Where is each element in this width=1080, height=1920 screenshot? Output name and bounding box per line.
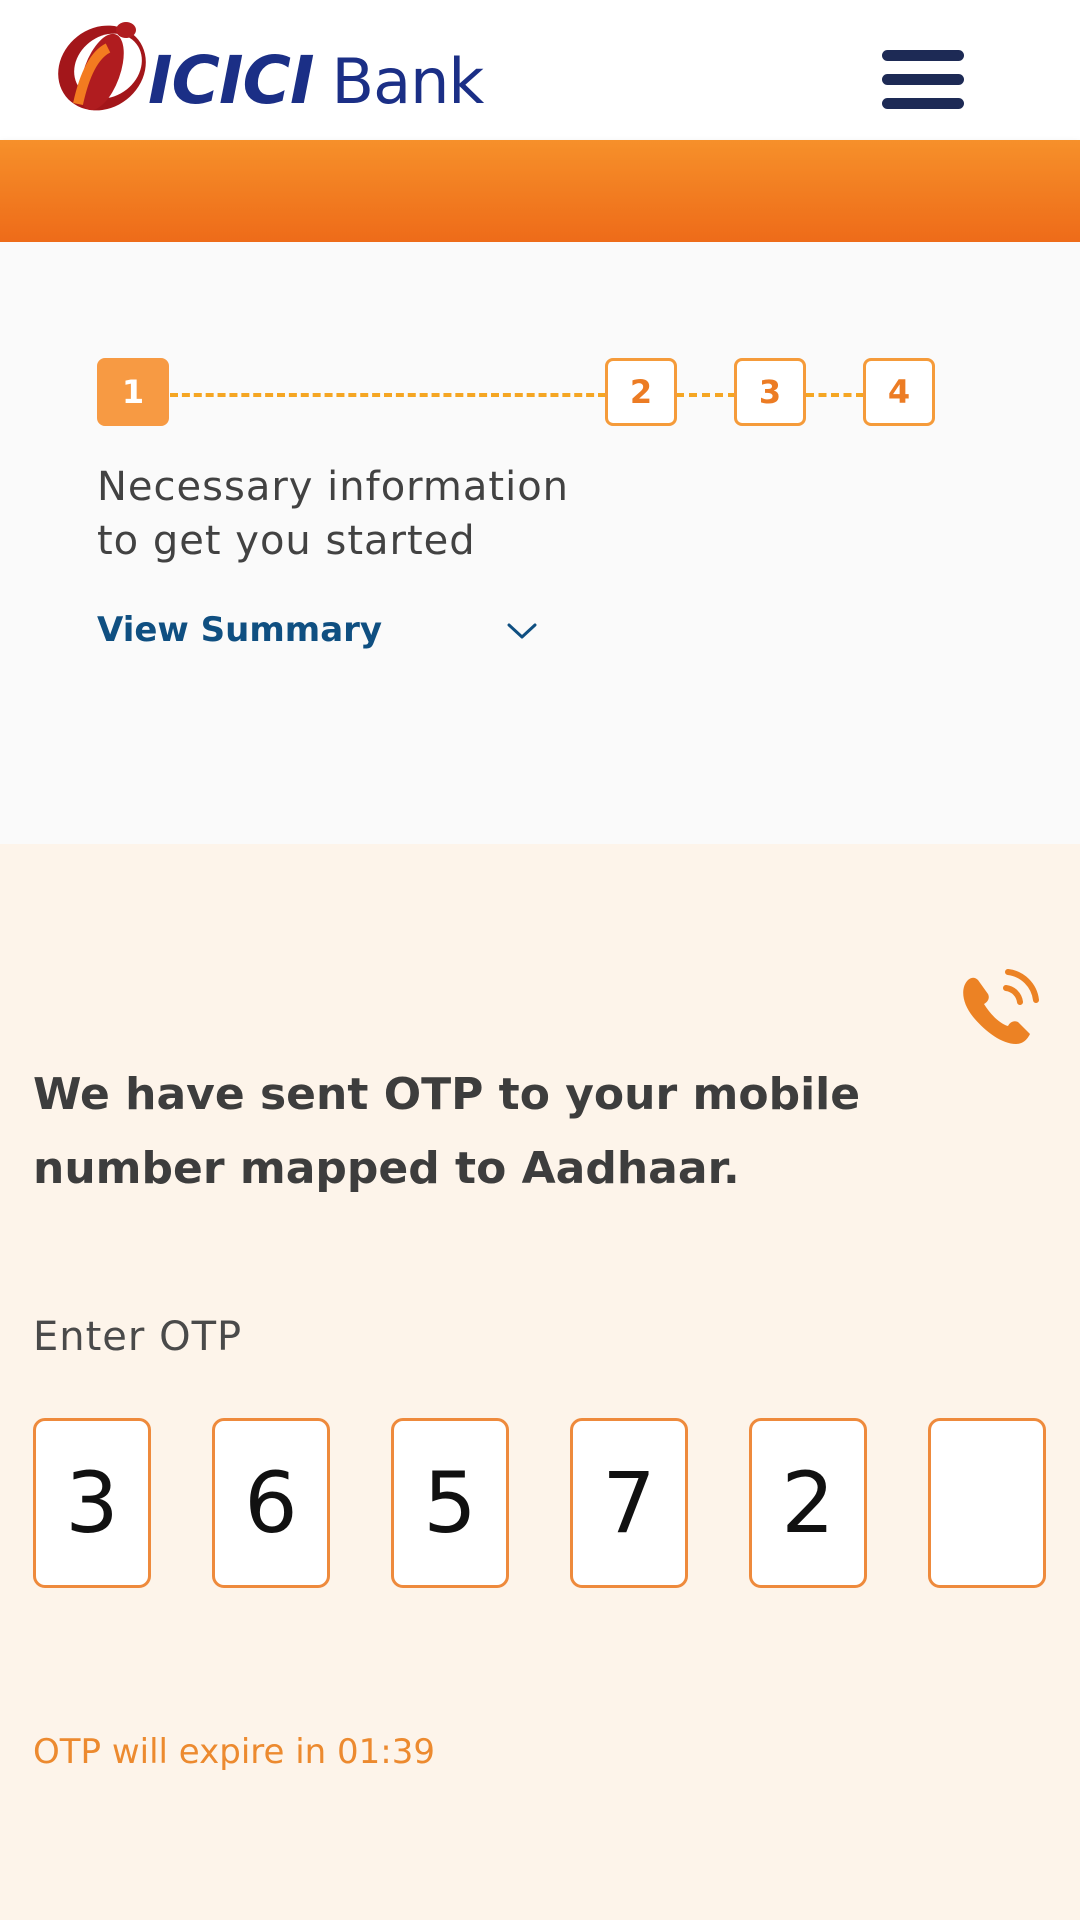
header: ICICI Bank <box>0 0 1080 140</box>
stepper: 1 2 3 4 <box>0 242 1080 442</box>
enter-otp-label: Enter OTP <box>33 1314 243 1360</box>
step-1[interactable]: 1 <box>97 358 169 426</box>
step-connector-1-2 <box>170 393 606 397</box>
view-summary-label: View Summary <box>97 610 383 650</box>
otp-digit-4[interactable]: 7 <box>570 1418 688 1588</box>
step-connector-3-4 <box>806 393 864 397</box>
otp-section: We have sent OTP to your mobile number m… <box>0 844 1080 1920</box>
step-description-line2: to get you started <box>97 518 476 564</box>
logo-icici-text: ICICI <box>148 42 315 119</box>
otp-digit-1[interactable]: 3 <box>33 1418 151 1588</box>
orange-banner <box>0 140 1080 242</box>
step-connector-2-3 <box>676 393 736 397</box>
progress-section: 1 2 3 4 Necessary information to get you… <box>0 242 1080 844</box>
otp-digit-6[interactable] <box>928 1418 1046 1588</box>
logo-wordmark: ICICI Bank <box>148 48 484 114</box>
icici-bank-logo[interactable]: ICICI Bank <box>48 8 588 120</box>
menu-bar-bottom <box>882 98 964 109</box>
otp-digit-5[interactable]: 2 <box>749 1418 867 1588</box>
otp-digit-3[interactable]: 5 <box>391 1418 509 1588</box>
step-2[interactable]: 2 <box>605 358 677 426</box>
menu-bar-middle <box>882 74 964 85</box>
step-description: Necessary information to get you started <box>97 460 569 568</box>
otp-expiry-timer: 01:39 <box>337 1732 436 1772</box>
otp-heading: We have sent OTP to your mobile number m… <box>33 1069 861 1194</box>
otp-expiry-text: OTP will expire in <box>33 1732 327 1772</box>
menu-bar-top <box>882 50 964 61</box>
logo-bank-text: Bank <box>331 45 485 118</box>
chevron-down-icon <box>507 623 537 639</box>
phone-call-icon[interactable] <box>950 958 1050 1058</box>
step-3[interactable]: 3 <box>734 358 806 426</box>
view-summary-toggle[interactable]: View Summary <box>97 602 547 662</box>
otp-expiry-notice: OTP will expire in 01:39 <box>33 1732 435 1772</box>
otp-digit-2[interactable]: 6 <box>212 1418 330 1588</box>
step-description-line1: Necessary information <box>97 464 570 510</box>
step-4[interactable]: 4 <box>863 358 935 426</box>
hamburger-menu-icon[interactable] <box>882 50 964 110</box>
